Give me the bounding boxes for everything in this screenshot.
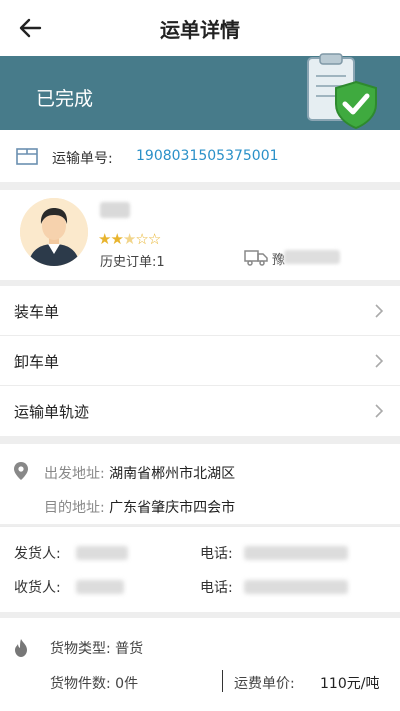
shipper-name-redacted [76,546,128,560]
chevron-right-icon [375,404,384,418]
receiver-phone-redacted [244,580,348,594]
truck-icon [244,250,268,266]
menu-item-label: 运输单轨迹 [14,403,90,421]
chevron-right-icon [375,354,384,368]
shipper-phone-redacted [244,546,348,560]
shipper-phone-label: 电话: [200,546,233,562]
shipper-label: 发货人: [14,546,61,562]
destination-value: 广东省肇庆市四会市 [109,500,236,516]
goods-type: 货物类型: 普货 [50,641,144,657]
star-half-icon: ★ [122,230,136,248]
receiver-phone-label: 电话: [200,580,233,596]
rating-stars: ★★★☆☆ [98,230,161,248]
star-empty-icon: ☆ [135,230,148,248]
top-bar: 运单详情 [0,0,400,56]
receiver-label: 收货人: [14,580,61,596]
waybill-number: 1908031505375001 [136,148,279,164]
divider [222,670,223,692]
destination-address: 目的地址: 广东省肇庆市四会市 [44,497,235,517]
star-full-icon: ★ [98,230,111,248]
driver-avatar-icon [20,198,88,266]
price-value: 110元/吨 [320,676,380,692]
receiver-name-redacted [76,580,124,594]
driver-name-redacted [100,202,130,218]
plate-redacted [284,250,340,264]
origin-address: 出发地址: 湖南省郴州市北湖区 [44,463,235,483]
goods-count: 货物件数: 0件 [50,676,139,692]
waybill-label: 运输单号: [52,151,113,167]
document-menu: 装车单 卸车单 运输单轨迹 [0,286,400,436]
page-title: 运单详情 [160,18,240,42]
contact-card: 发货人: 电话: 收货人: 电话: [0,526,400,612]
chevron-right-icon [375,304,384,318]
waybill-row: 运输单号: 1908031505375001 [0,130,400,182]
star-empty-icon: ☆ [147,230,161,248]
destination-label: 目的地址: [44,500,105,516]
menu-item-unloading-list[interactable]: 卸车单 [0,336,400,386]
menu-item-label: 卸车单 [14,353,60,371]
completed-badge-icon [307,53,377,130]
star-full-icon: ★ [110,230,123,248]
flame-icon [15,639,27,657]
goods-card: 货物类型: 普货 货物件数: 0件 运费单价: 110元/吨 [0,618,400,711]
avatar [20,198,88,266]
menu-item-track[interactable]: 运输单轨迹 [0,386,400,436]
origin-value: 湖南省郴州市北湖区 [109,466,236,482]
history-orders: 历史订单:1 [100,255,165,270]
price-label: 运费单价: [234,676,295,692]
driver-card: ★★★☆☆ 历史订单:1 豫 [0,190,400,280]
menu-item-loading-list[interactable]: 装车单 [0,286,400,336]
location-pin-icon [14,462,28,480]
waybill-icon [16,148,38,165]
status-text: 已完成 [36,88,94,110]
menu-item-label: 装车单 [14,303,60,321]
origin-label: 出发地址: [44,466,105,482]
address-card: 出发地址: 湖南省郴州市北湖区 目的地址: 广东省肇庆市四会市 [0,444,400,524]
